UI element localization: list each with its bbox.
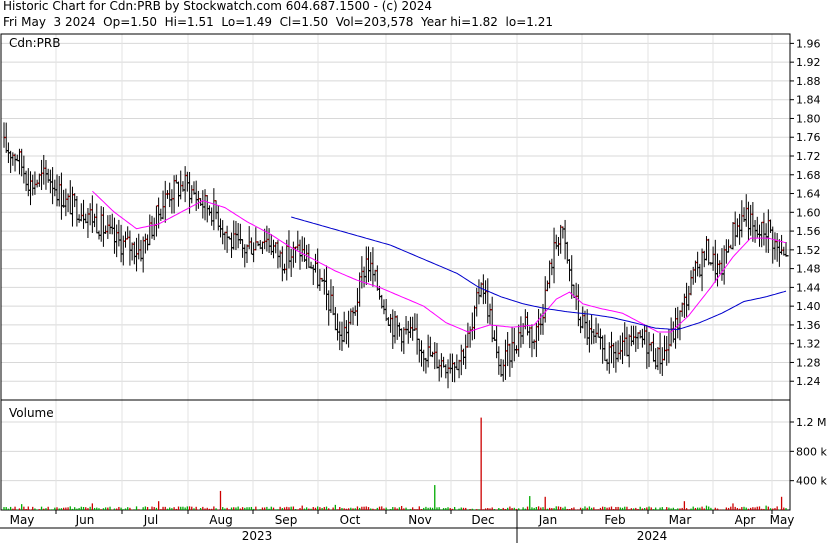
- price-tick-label: 1.96: [796, 37, 821, 50]
- month-label: May: [770, 513, 795, 527]
- price-tick-label: 1.76: [796, 131, 821, 144]
- ohlc-bar: [96, 203, 100, 234]
- month-label: Dec: [471, 513, 494, 527]
- month-label: Feb: [604, 513, 625, 527]
- historic-price-chart: Cdn:PRB Volume 1.241.281.321.361.401.441…: [0, 33, 827, 543]
- month-label: May: [10, 513, 35, 527]
- price-tick-label: 1.84: [796, 94, 821, 107]
- price-tick-label: 1.64: [796, 188, 821, 201]
- price-tick-label: 1.56: [796, 225, 821, 238]
- year-label: 2023: [242, 529, 273, 543]
- month-label: Jul: [143, 513, 158, 527]
- price-tick-label: 1.48: [796, 263, 821, 276]
- ohlc-bar: [164, 180, 168, 223]
- month-label: Sep: [275, 513, 298, 527]
- price-tick-label: 1.68: [796, 169, 821, 182]
- ohlc-bar: [708, 238, 712, 266]
- price-tick-label: 1.92: [796, 56, 821, 69]
- price-tick-label: 1.52: [796, 244, 821, 257]
- price-tick-label: 1.32: [796, 338, 821, 351]
- price-tick-label: 1.40: [796, 300, 821, 313]
- volume-tick-label: 400 k: [796, 475, 827, 488]
- price-tick-label: 1.60: [796, 206, 821, 219]
- price-tick-label: 1.44: [796, 281, 821, 294]
- volume-bars: [3, 417, 787, 510]
- price-panel-label: Cdn:PRB: [9, 36, 60, 50]
- year-label: 2024: [637, 529, 668, 543]
- volume-gridlines: [1, 400, 790, 510]
- ohlc-bar: [513, 327, 517, 362]
- price-panel-frame: [0, 33, 791, 401]
- month-label: Aug: [209, 513, 232, 527]
- ohlc-bar: [604, 334, 608, 362]
- volume-panel-frame: [0, 399, 791, 511]
- month-label: Oct: [340, 513, 361, 527]
- volume-tick-label: 800 k: [796, 445, 827, 458]
- price-tick-label: 1.36: [796, 319, 821, 332]
- volume-panel-label: Volume: [9, 406, 54, 420]
- price-tick-label: 1.72: [796, 150, 821, 163]
- month-label: Nov: [408, 513, 431, 527]
- price-tick-label: 1.24: [796, 375, 821, 388]
- month-label: Jan: [538, 513, 558, 527]
- month-label: Mar: [669, 513, 692, 527]
- volume-tick-label: 1.2 M: [796, 416, 826, 429]
- volume-axis: 400 k 800 k 1.2 M: [790, 416, 827, 488]
- price-gridlines: [1, 34, 790, 400]
- price-tick-label: 1.88: [796, 75, 821, 88]
- price-axis: 1.24 1.28 1.32 1.36 1.40 1.44 1.48 1.52 1.56 1.60…: [790, 37, 821, 388]
- month-label: Apr: [735, 513, 756, 527]
- price-tick-label: 1.28: [796, 356, 821, 369]
- month-axis: May Jun Jul Aug Sep Oct Nov Dec Jan Feb Mar Apr May: [10, 510, 795, 527]
- month-label: Jun: [75, 513, 95, 527]
- price-tick-label: 1.80: [796, 112, 821, 125]
